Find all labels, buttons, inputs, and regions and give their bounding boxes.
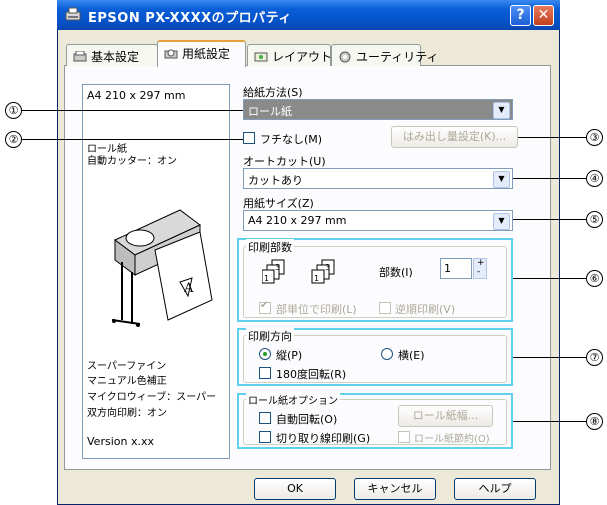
- tab-label: 用紙設定: [182, 47, 231, 61]
- reverse-order-label: 逆順印刷(V): [395, 303, 456, 316]
- callout-1: ①: [5, 102, 22, 119]
- roll-width-button[interactable]: ロール紙幅...: [398, 405, 493, 427]
- printer-icon: [64, 7, 82, 22]
- copies-value: 1: [444, 262, 451, 275]
- collate-label: 部単位で印刷(L): [276, 303, 357, 316]
- paper-settings-icon: [164, 48, 178, 60]
- paper-source-label: 給紙方法(S): [243, 86, 303, 99]
- orientation-group-title: 印刷方向: [246, 328, 294, 344]
- landscape-radio[interactable]: [381, 348, 393, 360]
- callout-line: [22, 110, 243, 111]
- preview-setting-line: スーパーファイン: [87, 361, 167, 372]
- preview-setting-line: 双方向印刷：オン: [87, 408, 167, 419]
- callout-line: [513, 357, 586, 358]
- portrait-radio[interactable]: [259, 348, 271, 360]
- tab-label: ユーティリティ: [356, 50, 439, 64]
- chevron-down-icon[interactable]: ▼: [493, 102, 510, 119]
- tab-layout[interactable]: レイアウト: [247, 44, 333, 66]
- ok-button[interactable]: OK: [254, 478, 336, 500]
- paper-source-value: ロール紙: [248, 105, 292, 118]
- tab-utility[interactable]: ユーティリティ: [331, 44, 439, 66]
- cut-line-label: 切り取り線印刷(G): [276, 432, 371, 445]
- auto-rotate-checkbox[interactable]: [259, 412, 271, 424]
- roll-options-group-title: ロール紙オプション: [246, 392, 340, 407]
- auto-cut-select[interactable]: カットあり ▼: [243, 168, 513, 189]
- basic-settings-icon: [73, 50, 87, 63]
- cut-line-checkbox[interactable]: [259, 431, 271, 443]
- copies-label: 部数(I): [379, 266, 413, 279]
- callout-4: ④: [586, 170, 603, 187]
- callout-2: ②: [5, 131, 22, 148]
- callout-line: [513, 219, 586, 220]
- preview-auto-cutter: 自動カッター：オン: [87, 156, 177, 167]
- close-button[interactable]: ✕: [533, 5, 554, 26]
- collate-pages-icon: 13 13: [261, 258, 342, 284]
- utility-icon: [338, 51, 352, 63]
- callout-5: ⑤: [586, 211, 603, 228]
- overflow-settings-button[interactable]: はみ出し量設定(K)...: [391, 126, 518, 148]
- borderless-label: フチなし(M): [260, 133, 323, 146]
- callout-line: [513, 178, 586, 179]
- copies-input[interactable]: 1: [440, 258, 472, 279]
- svg-text:1: 1: [264, 274, 269, 283]
- svg-text:A: A: [183, 281, 194, 296]
- callout-7: ⑦: [586, 349, 603, 366]
- auto-rotate-label: 自動回転(O): [276, 413, 338, 426]
- tab-paper-settings[interactable]: 用紙設定: [157, 40, 246, 67]
- copies-group-title: 印刷部数: [246, 239, 294, 255]
- cancel-button[interactable]: キャンセル: [354, 478, 436, 500]
- paper-saving-label: ロール紙節約(O): [414, 434, 490, 445]
- help-button[interactable]: ヘルプ: [454, 478, 536, 500]
- rotate-180-checkbox[interactable]: [259, 367, 271, 379]
- paper-size-label: 用紙サイズ(Z): [243, 197, 314, 210]
- tab-label: 基本設定: [91, 50, 140, 64]
- minus-icon[interactable]: -: [477, 267, 480, 277]
- copies-stepper[interactable]: + -: [473, 258, 487, 279]
- callout-line: [513, 278, 586, 279]
- printer-illustration: A: [100, 200, 220, 330]
- callout-line: [513, 421, 586, 422]
- chevron-down-icon[interactable]: ▼: [493, 171, 510, 188]
- preview-setting-line: マイクロウィーブ：スーパー: [87, 392, 217, 403]
- svg-text:3: 3: [325, 263, 330, 272]
- callout-line: [518, 137, 586, 138]
- callout-3: ③: [586, 129, 603, 146]
- chevron-down-icon[interactable]: ▼: [493, 213, 510, 230]
- borderless-checkbox[interactable]: [243, 132, 255, 144]
- callout-6: ⑥: [586, 270, 603, 287]
- callout-8: ⑧: [586, 413, 603, 430]
- tab-basic-settings[interactable]: 基本設定: [66, 44, 158, 66]
- auto-cut-value: カットあり: [248, 174, 303, 187]
- window-title: EPSON PX-XXXXのプロパティ: [88, 11, 292, 26]
- help-title-button[interactable]: ?: [510, 5, 531, 26]
- reverse-order-checkbox[interactable]: [379, 302, 391, 314]
- rotate-180-label: 180度回転(R): [276, 368, 347, 381]
- paper-source-select[interactable]: ロール紙 ▼: [243, 99, 513, 120]
- paper-size-select[interactable]: A4 210 x 297 mm ▼: [243, 210, 513, 231]
- svg-text:3: 3: [275, 263, 280, 272]
- svg-text:1: 1: [314, 274, 319, 283]
- preview-paper-size: A4 210 x 297 mm: [87, 89, 186, 102]
- check-icon: ✔: [260, 300, 269, 311]
- landscape-label: 横(E): [398, 349, 425, 362]
- auto-cut-label: オートカット(U): [243, 155, 326, 168]
- layout-icon: [254, 51, 268, 63]
- preview-version: Version x.xx: [87, 435, 154, 448]
- paper-saving-checkbox[interactable]: [398, 431, 410, 443]
- tab-label: レイアウト: [272, 50, 333, 64]
- callout-line: [22, 139, 243, 140]
- portrait-label: 縦(P): [276, 349, 303, 362]
- paper-size-value: A4 210 x 297 mm: [248, 214, 347, 227]
- preview-setting-line: マニュアル色補正: [87, 376, 167, 387]
